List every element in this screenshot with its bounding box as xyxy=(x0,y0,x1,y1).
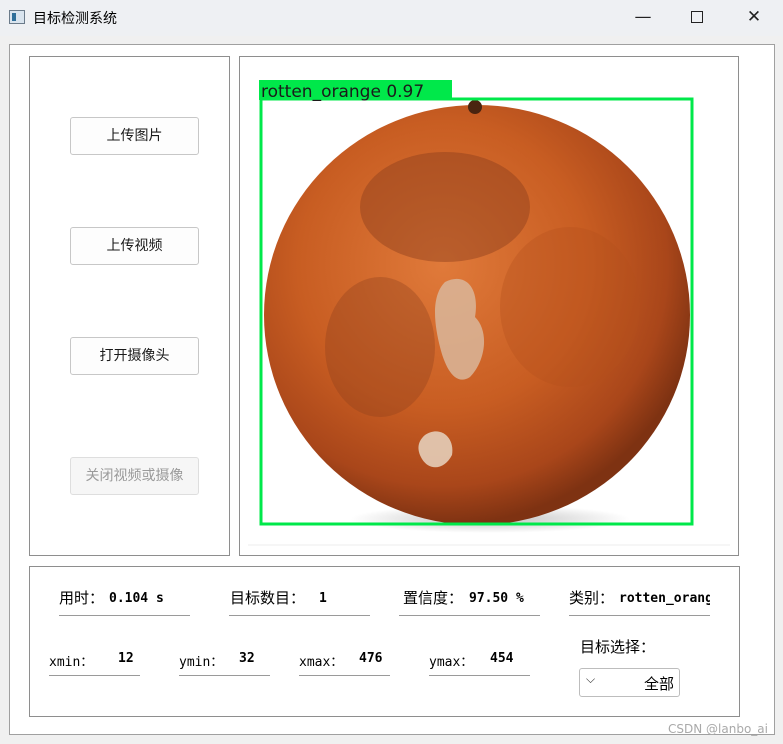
window-title: 目标检测系统 xyxy=(33,11,117,27)
app-icon xyxy=(9,10,25,24)
xmax-label: xmax： xyxy=(299,655,344,670)
bounding-box-label: rotten_orange 0.97 xyxy=(261,82,424,102)
ymax-label: ymax： xyxy=(429,655,474,670)
rot-patch xyxy=(360,152,530,262)
target-select-dropdown[interactable]: ⌵ 全部 xyxy=(579,668,680,697)
ymax-value: 454 xyxy=(490,651,514,666)
xmin-value: 12 xyxy=(118,651,134,666)
xmin-label: xmin： xyxy=(49,655,94,670)
time-field: 用时： 0.104 s xyxy=(59,568,190,616)
confidence-label: 置信度： xyxy=(403,589,464,607)
class-field: 类别： rotten_orange xyxy=(569,568,710,616)
minimize-button[interactable]: — xyxy=(620,0,666,34)
image-display: rotten_orange 0.97 xyxy=(239,56,739,556)
time-label: 用时： xyxy=(59,589,105,607)
xmax-field: xmax： 476 xyxy=(299,628,390,676)
ymin-label: ymin： xyxy=(179,655,224,670)
rot-patch xyxy=(325,277,435,417)
confidence-value: 97.50 % xyxy=(469,591,524,606)
confidence-field: 置信度： 97.50 % xyxy=(399,568,540,616)
ymin-field: ymin： 32 xyxy=(179,628,270,676)
xmin-field: xmin： 12 xyxy=(49,628,140,676)
count-field: 目标数目： 1 xyxy=(229,568,370,616)
upload-video-button[interactable]: 上传视频 xyxy=(70,227,199,265)
detection-image: rotten_orange 0.97 xyxy=(248,80,730,546)
close-video-camera-button[interactable]: 关闭视频或摄像 xyxy=(70,457,199,495)
class-value: rotten_orange xyxy=(619,591,710,606)
target-select-label: 目标选择： xyxy=(580,638,656,656)
watermark: CSDN @lanbo_ai xyxy=(668,722,768,736)
ymin-value: 32 xyxy=(239,651,255,666)
ymax-field: ymax： 454 xyxy=(429,628,530,676)
maximize-button[interactable] xyxy=(674,0,720,34)
close-button[interactable]: ✕ xyxy=(731,0,777,34)
open-camera-button[interactable]: 打开摄像头 xyxy=(70,337,199,375)
target-select-value: 全部 xyxy=(643,675,674,693)
time-value: 0.104 s xyxy=(109,591,164,606)
count-label: 目标数目： xyxy=(230,589,306,607)
class-label: 类别： xyxy=(569,589,615,607)
title-bar: 目标检测系统 — ✕ xyxy=(0,0,783,36)
xmax-value: 476 xyxy=(359,651,383,666)
upload-image-button[interactable]: 上传图片 xyxy=(70,117,199,155)
rot-patch xyxy=(500,227,640,387)
orange-stem xyxy=(468,100,482,114)
count-value: 1 xyxy=(319,591,327,606)
chevron-down-icon: ⌵ xyxy=(586,672,596,686)
maximize-icon xyxy=(691,11,703,23)
